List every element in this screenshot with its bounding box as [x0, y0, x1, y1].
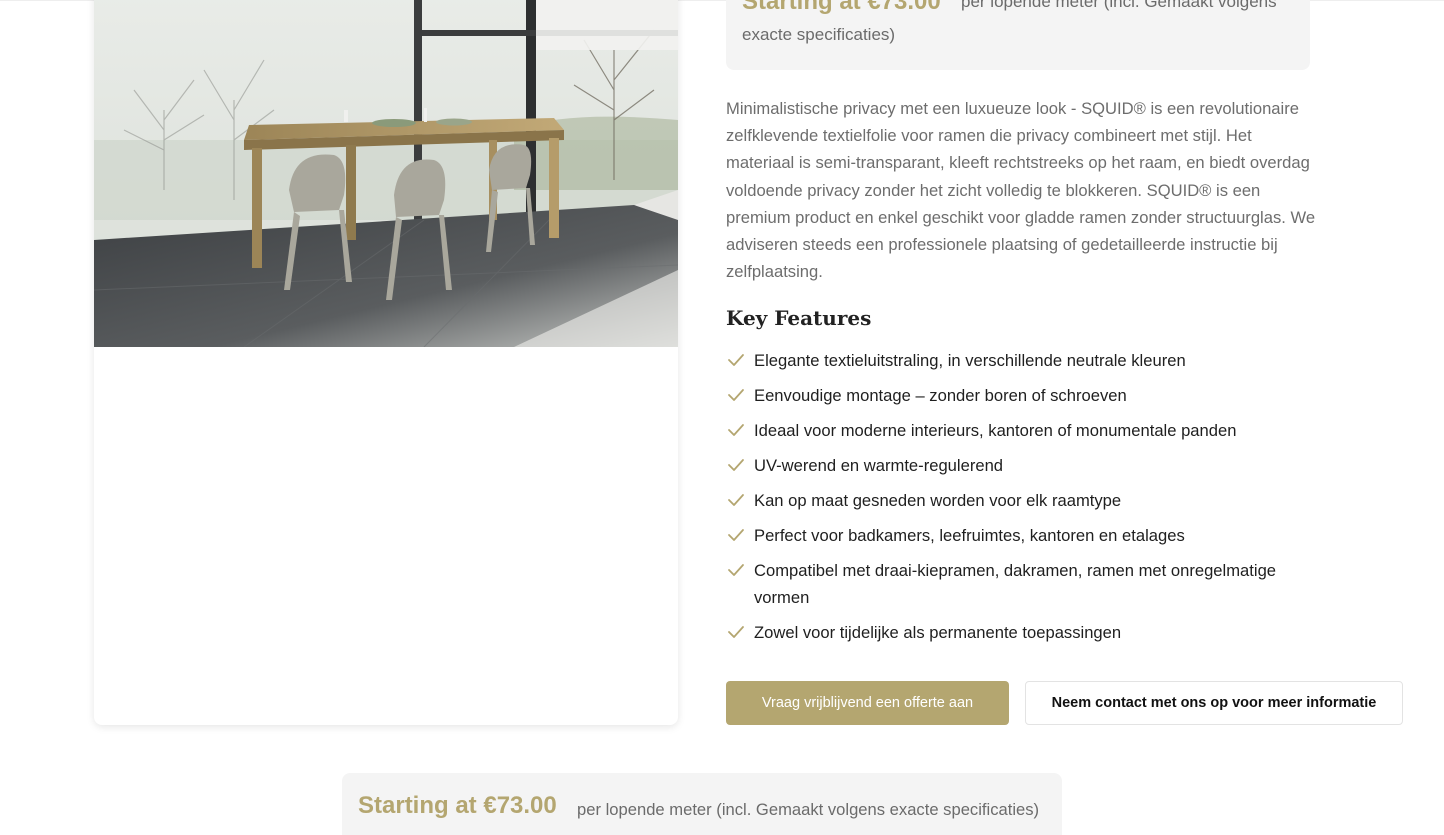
feature-item: Elegante textieluitstraling, in verschil… — [726, 347, 1316, 374]
starting-price: Starting at €73.00 — [742, 0, 941, 15]
price-unit: per lopende meter (incl. Gemaakt volgens… — [577, 800, 1040, 819]
feature-text: Elegante textieluitstraling, in verschil… — [754, 351, 1186, 370]
key-features-heading: Key Features — [726, 306, 872, 330]
request-quote-button[interactable]: Vraag vrijblijvend een offerte aan — [726, 681, 1009, 725]
feature-item: Ideaal voor moderne interieurs, kantoren… — [726, 417, 1316, 444]
check-icon — [728, 494, 744, 506]
feature-text: UV-werend en warmte-regulerend — [754, 456, 1004, 475]
product-description: Minimalistische privacy met een luxueuze… — [726, 99, 1316, 282]
price-unit: per lopende meter (incl. Gemaakt volgens — [961, 0, 1277, 11]
check-icon — [728, 424, 744, 436]
check-icon — [728, 529, 744, 541]
contact-us-button[interactable]: Neem contact met ons op voor meer inform… — [1025, 681, 1403, 725]
check-icon — [728, 564, 744, 576]
feature-item: UV-werend en warmte-regulerend — [726, 452, 1316, 479]
feature-text: Ideaal voor moderne interieurs, kantoren… — [754, 421, 1237, 440]
check-icon — [728, 626, 744, 638]
feature-item: Zowel voor tijdelijke als permanente toe… — [726, 619, 1316, 646]
feature-item: Perfect voor badkamers, leefruimtes, kan… — [726, 522, 1316, 549]
check-icon — [728, 354, 744, 366]
feature-text: Perfect voor badkamers, leefruimtes, kan… — [754, 526, 1185, 545]
feature-text: Compatibel met draai-kiepramen, dakramen… — [754, 561, 1277, 607]
feature-item: Kan op maat gesneden worden voor elk raa… — [726, 487, 1316, 514]
key-features-list: Elegante textieluitstraling, in verschil… — [726, 347, 1316, 654]
feature-text: Kan op maat gesneden worden voor elk raa… — [754, 491, 1122, 510]
product-image-card — [94, 0, 678, 725]
price-unit-continued: exacte specificaties) — [742, 25, 896, 44]
feature-item: Compatibel met draai-kiepramen, dakramen… — [726, 557, 1316, 611]
feature-item: Eenvoudige montage – zonder boren of sch… — [726, 382, 1316, 409]
price-box-top: Starting at €73.00 per lopende meter (in… — [726, 0, 1310, 70]
check-icon — [728, 389, 744, 401]
feature-text: Eenvoudige montage – zonder boren of sch… — [754, 386, 1127, 405]
starting-price: Starting at €73.00 — [358, 792, 557, 819]
check-icon — [728, 459, 744, 471]
price-box-bottom: Starting at €73.00 per lopende meter (in… — [342, 773, 1062, 835]
feature-text: Zowel voor tijdelijke als permanente toe… — [754, 623, 1122, 642]
product-photo[interactable] — [94, 0, 678, 347]
